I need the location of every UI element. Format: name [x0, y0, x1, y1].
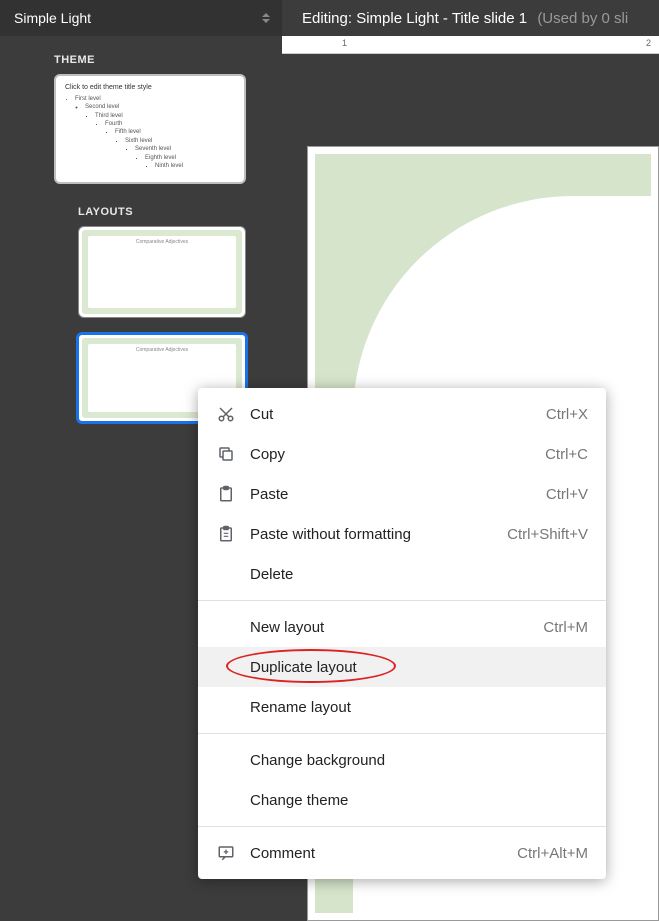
- theme-thumb-title: Click to edit theme title style: [65, 83, 235, 93]
- layout-thumbnail-0[interactable]: Comparative Adjectives: [78, 226, 246, 318]
- paste-plain-icon: [216, 524, 236, 544]
- layouts-section-label: LAYOUTS: [78, 206, 282, 218]
- menu-item-delete[interactable]: Delete: [198, 554, 606, 594]
- menu-label: Duplicate layout: [250, 659, 588, 676]
- outline-l8: Eighth level: [145, 155, 176, 161]
- outline-l1: First level: [75, 96, 101, 102]
- theme-selector-dropdown[interactable]: Simple Light: [0, 0, 282, 36]
- menu-label: Delete: [250, 566, 588, 583]
- blank-icon: [216, 697, 236, 717]
- used-by-text: (Used by 0 sli: [537, 10, 628, 27]
- menu-item-copy[interactable]: Copy Ctrl+C: [198, 434, 606, 474]
- menu-item-change-theme[interactable]: Change theme: [198, 780, 606, 820]
- dropdown-caret-icon: [262, 13, 270, 23]
- menu-item-new-layout[interactable]: New layout Ctrl+M: [198, 607, 606, 647]
- menu-shortcut: Ctrl+M: [543, 619, 588, 636]
- menu-label: Cut: [250, 406, 546, 423]
- menu-shortcut: Ctrl+X: [546, 406, 588, 423]
- menu-shortcut: Ctrl+C: [545, 446, 588, 463]
- menu-separator: [198, 600, 606, 601]
- blank-icon: [216, 790, 236, 810]
- editing-prefix: Editing:: [302, 10, 352, 27]
- editing-name: Simple Light - Title slide 1: [356, 10, 527, 27]
- outline-l2: Second level: [85, 104, 119, 110]
- menu-separator: [198, 733, 606, 734]
- blank-icon: [216, 750, 236, 770]
- horizontal-ruler[interactable]: 1 2: [282, 36, 659, 54]
- paste-icon: [216, 484, 236, 504]
- theme-master-thumbnail[interactable]: Click to edit theme title style First le…: [54, 74, 246, 184]
- outline-l9: Ninth level: [155, 163, 183, 169]
- outline-l3: Third level: [95, 113, 123, 119]
- menu-item-cut[interactable]: Cut Ctrl+X: [198, 394, 606, 434]
- menu-separator: [198, 826, 606, 827]
- outline-l6: Sixth level: [125, 138, 152, 144]
- comment-icon: [216, 843, 236, 863]
- menu-shortcut: Ctrl+Shift+V: [507, 526, 588, 543]
- cut-icon: [216, 404, 236, 424]
- ruler-mark: 2: [646, 38, 651, 48]
- menu-item-change-background[interactable]: Change background: [198, 740, 606, 780]
- menu-item-duplicate-layout[interactable]: Duplicate layout: [198, 647, 606, 687]
- theme-section-label: THEME: [54, 54, 282, 66]
- context-menu: Cut Ctrl+X Copy Ctrl+C Paste Ctrl+V Past…: [198, 388, 606, 879]
- menu-shortcut: Ctrl+V: [546, 486, 588, 503]
- menu-label: New layout: [250, 619, 543, 636]
- outline-l4: Fourth: [105, 121, 122, 127]
- menu-item-comment[interactable]: Comment Ctrl+Alt+M: [198, 833, 606, 873]
- menu-label: Paste: [250, 486, 546, 503]
- menu-item-rename-layout[interactable]: Rename layout: [198, 687, 606, 727]
- theme-selector-label: Simple Light: [14, 10, 91, 26]
- editing-title: Editing: Simple Light - Title slide 1 (U…: [282, 10, 659, 27]
- layout-thumb-title: Comparative Adjectives: [88, 236, 236, 308]
- outline-l5: Fifth level: [115, 129, 141, 135]
- header-bar: Simple Light Editing: Simple Light - Tit…: [0, 0, 659, 36]
- menu-label: Change background: [250, 752, 588, 769]
- menu-item-paste[interactable]: Paste Ctrl+V: [198, 474, 606, 514]
- menu-item-paste-without-formatting[interactable]: Paste without formatting Ctrl+Shift+V: [198, 514, 606, 554]
- blank-icon: [216, 617, 236, 637]
- menu-label: Paste without formatting: [250, 526, 507, 543]
- menu-label: Comment: [250, 845, 517, 862]
- blank-icon: [216, 657, 236, 677]
- menu-label: Change theme: [250, 792, 588, 809]
- menu-shortcut: Ctrl+Alt+M: [517, 845, 588, 862]
- copy-icon: [216, 444, 236, 464]
- ruler-mark: 1: [342, 38, 347, 48]
- menu-label: Copy: [250, 446, 545, 463]
- blank-icon: [216, 564, 236, 584]
- outline-l7: Seventh level: [135, 146, 171, 152]
- menu-label: Rename layout: [250, 699, 588, 716]
- theme-thumb-content: Click to edit theme title style First le…: [57, 77, 243, 181]
